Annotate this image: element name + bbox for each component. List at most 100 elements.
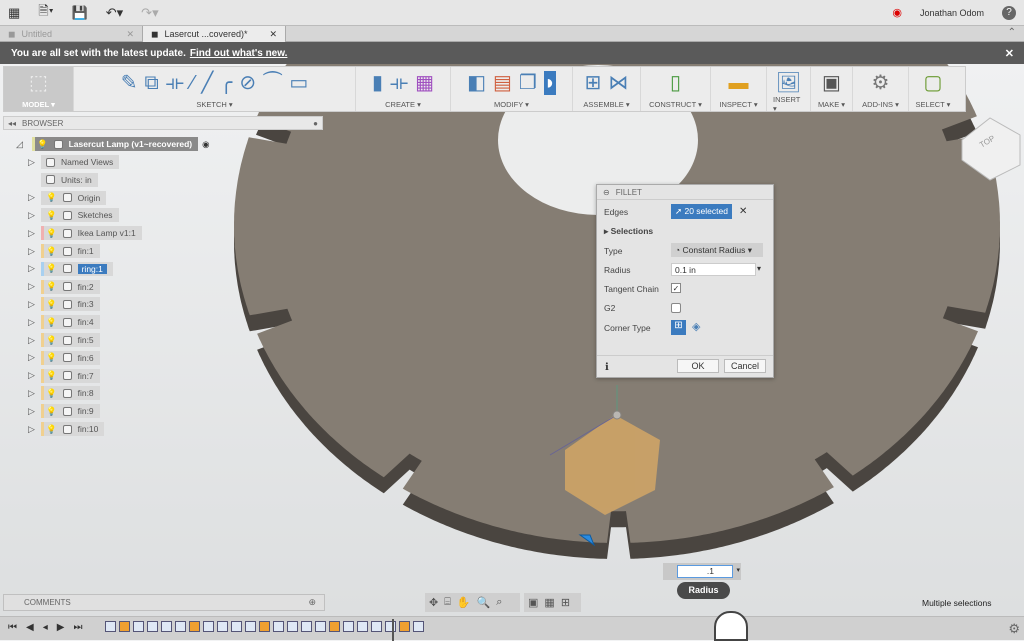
- collapse-icon[interactable]: ⊖: [603, 188, 610, 197]
- edges-selection-button[interactable]: ➚ 20 selected: [671, 204, 732, 219]
- save-icon[interactable]: 💾: [72, 5, 88, 21]
- play-back-icon[interactable]: ◂: [43, 622, 48, 633]
- timeline-feature-icon[interactable]: [133, 621, 144, 632]
- expand-icon[interactable]: ▷: [28, 228, 36, 239]
- lightbulb-icon[interactable]: 💡: [46, 192, 57, 203]
- dropdown-icon[interactable]: ▾: [736, 566, 740, 574]
- cancel-button[interactable]: Cancel: [724, 359, 766, 373]
- inspect-group[interactable]: ▬ INSPECT ▾: [711, 67, 767, 111]
- browser-item[interactable]: ▷ 💡 Ikea Lamp v1:1: [28, 226, 142, 241]
- data-panel-icon[interactable]: ▦: [8, 5, 20, 21]
- timeline-feature-icon[interactable]: [273, 621, 284, 632]
- expand-icon[interactable]: ▷: [28, 192, 36, 203]
- timeline-feature-icon[interactable]: [287, 621, 298, 632]
- expand-icon[interactable]: ▷: [28, 317, 36, 328]
- display-settings-icon[interactable]: ▣: [528, 596, 538, 609]
- lightbulb-icon[interactable]: 💡: [46, 246, 57, 257]
- tab-untitled[interactable]: ◼ Untitled ✕: [0, 26, 143, 42]
- create-group[interactable]: ▮ ⟛ ▦ CREATE ▾: [356, 67, 451, 111]
- timeline-feature-icon[interactable]: [357, 621, 368, 632]
- expand-icon[interactable]: ▷: [28, 388, 36, 399]
- lightbulb-icon[interactable]: 💡: [46, 317, 57, 328]
- timeline-feature-icon[interactable]: [301, 621, 312, 632]
- browser-item[interactable]: ▷ 💡 fin:8: [28, 386, 100, 401]
- timeline-feature-icon[interactable]: [245, 621, 256, 632]
- offset-icon[interactable]: ⏜: [263, 71, 282, 95]
- selections-toggle[interactable]: ▸ Selections: [604, 226, 653, 237]
- browser-item[interactable]: ▷ 💡 fin:3: [28, 297, 100, 312]
- lightbulb-icon[interactable]: 💡: [46, 335, 57, 346]
- timeline-feature-icon[interactable]: [217, 621, 228, 632]
- joint-icon[interactable]: ⋈: [608, 71, 628, 95]
- form-icon[interactable]: ▦: [415, 71, 434, 95]
- lightbulb-icon[interactable]: 💡: [46, 210, 57, 221]
- browser-item[interactable]: ▷ 💡 fin:2: [28, 279, 100, 294]
- orbit-icon[interactable]: ✥: [429, 596, 438, 609]
- activate-radio[interactable]: ◉: [202, 139, 209, 150]
- expand-icon[interactable]: ▷: [28, 281, 36, 292]
- viewports-icon[interactable]: ⊞: [561, 596, 570, 609]
- browser-item[interactable]: ▷ 💡 fin:9: [28, 404, 100, 419]
- tangent-chain-checkbox[interactable]: ✓: [671, 283, 681, 293]
- fit-icon[interactable]: ⌕: [496, 596, 502, 609]
- collapse-browser-icon[interactable]: ◂◂: [8, 119, 16, 128]
- timeline-feature-icon[interactable]: [189, 621, 200, 632]
- new-component-icon[interactable]: ⊞: [585, 71, 602, 95]
- redo-icon[interactable]: ↷▾: [141, 5, 158, 21]
- help-icon[interactable]: ?: [1002, 5, 1016, 20]
- expand-icon[interactable]: ▷: [28, 424, 36, 435]
- step-back-icon[interactable]: ◀: [26, 622, 34, 633]
- lightbulb-icon[interactable]: 💡: [46, 424, 57, 435]
- browser-item[interactable]: Units: in: [28, 172, 98, 187]
- circle-icon[interactable]: ⊘: [239, 71, 256, 95]
- zoom-icon[interactable]: 🔍: [477, 596, 491, 609]
- play-icon[interactable]: ▶: [57, 622, 65, 633]
- comments-panel[interactable]: COMMENTS ⊕: [3, 594, 325, 611]
- insert-group[interactable]: 🖼 INSERT ▾: [767, 67, 811, 113]
- timeline-feature-icon[interactable]: [105, 621, 116, 632]
- expand-icon[interactable]: ◿: [16, 139, 24, 150]
- timeline-feature-icon[interactable]: [203, 621, 214, 632]
- pin-icon[interactable]: ●: [313, 119, 318, 128]
- corner-setback-icon[interactable]: ◈: [692, 320, 700, 333]
- close-icon[interactable]: ✕: [269, 29, 277, 40]
- timeline-feature-icon[interactable]: [413, 621, 424, 632]
- fillet-icon[interactable]: ◗: [543, 71, 556, 95]
- browser-panel-header[interactable]: ◂◂ BROWSER ●: [3, 116, 323, 130]
- lightbulb-icon[interactable]: 💡: [46, 406, 57, 417]
- timeline-feature-icon[interactable]: [385, 621, 396, 632]
- lightbulb-icon[interactable]: 💡: [46, 388, 57, 399]
- tree-root[interactable]: ◿ 💡 Lasercut Lamp (v1~recovered) ◉: [16, 137, 210, 151]
- browser-item[interactable]: ▷ 💡 fin:1: [28, 244, 100, 258]
- timeline-feature-icon[interactable]: [175, 621, 186, 632]
- browser-item[interactable]: ▷ 💡 fin:5: [28, 333, 100, 347]
- rectangle-icon[interactable]: ▭: [289, 71, 308, 95]
- lightbulb-icon[interactable]: 💡: [46, 370, 57, 381]
- expand-icon[interactable]: ▷: [28, 263, 36, 274]
- settings-gear-icon[interactable]: ⚙: [1008, 621, 1020, 637]
- combine-icon[interactable]: ❐: [519, 71, 537, 95]
- lightbulb-icon[interactable]: 💡: [46, 299, 57, 310]
- finish-sketch-icon[interactable]: ⧉: [145, 71, 159, 95]
- collapse-icon[interactable]: ⌃: [1008, 27, 1016, 38]
- lightbulb-icon[interactable]: 💡: [46, 228, 57, 239]
- undo-icon[interactable]: ↶▾: [106, 5, 123, 21]
- go-to-start-icon[interactable]: ⏮: [8, 622, 17, 633]
- expand-icon[interactable]: ▷: [28, 157, 36, 168]
- lightbulb-icon[interactable]: 💡: [46, 352, 57, 363]
- close-banner-icon[interactable]: ✕: [1005, 47, 1014, 60]
- construct-group[interactable]: ▯ CONSTRUCT ▾: [641, 67, 711, 111]
- create-sketch-icon[interactable]: ✎: [121, 71, 138, 95]
- add-ins-group[interactable]: ⚙ ADD-INS ▾: [853, 67, 909, 111]
- expand-icon[interactable]: ▷: [28, 352, 36, 363]
- timeline-feature-icon[interactable]: [231, 621, 242, 632]
- browser-item[interactable]: ▷ 💡 Sketches: [28, 208, 119, 223]
- browser-item[interactable]: ▷ 💡 fin:6: [28, 350, 100, 365]
- close-icon[interactable]: ✕: [126, 29, 134, 40]
- fillet-sketch-icon[interactable]: ╭: [220, 71, 232, 95]
- type-dropdown[interactable]: ◔ Constant Radius ▾: [671, 243, 763, 257]
- line-icon[interactable]: ⁄: [191, 71, 194, 95]
- assemble-group[interactable]: ⊞ ⋈ ASSEMBLE ▾: [573, 67, 641, 111]
- file-menu-icon[interactable]: 🗎▾: [38, 2, 53, 24]
- go-to-end-icon[interactable]: ⏭: [73, 622, 82, 633]
